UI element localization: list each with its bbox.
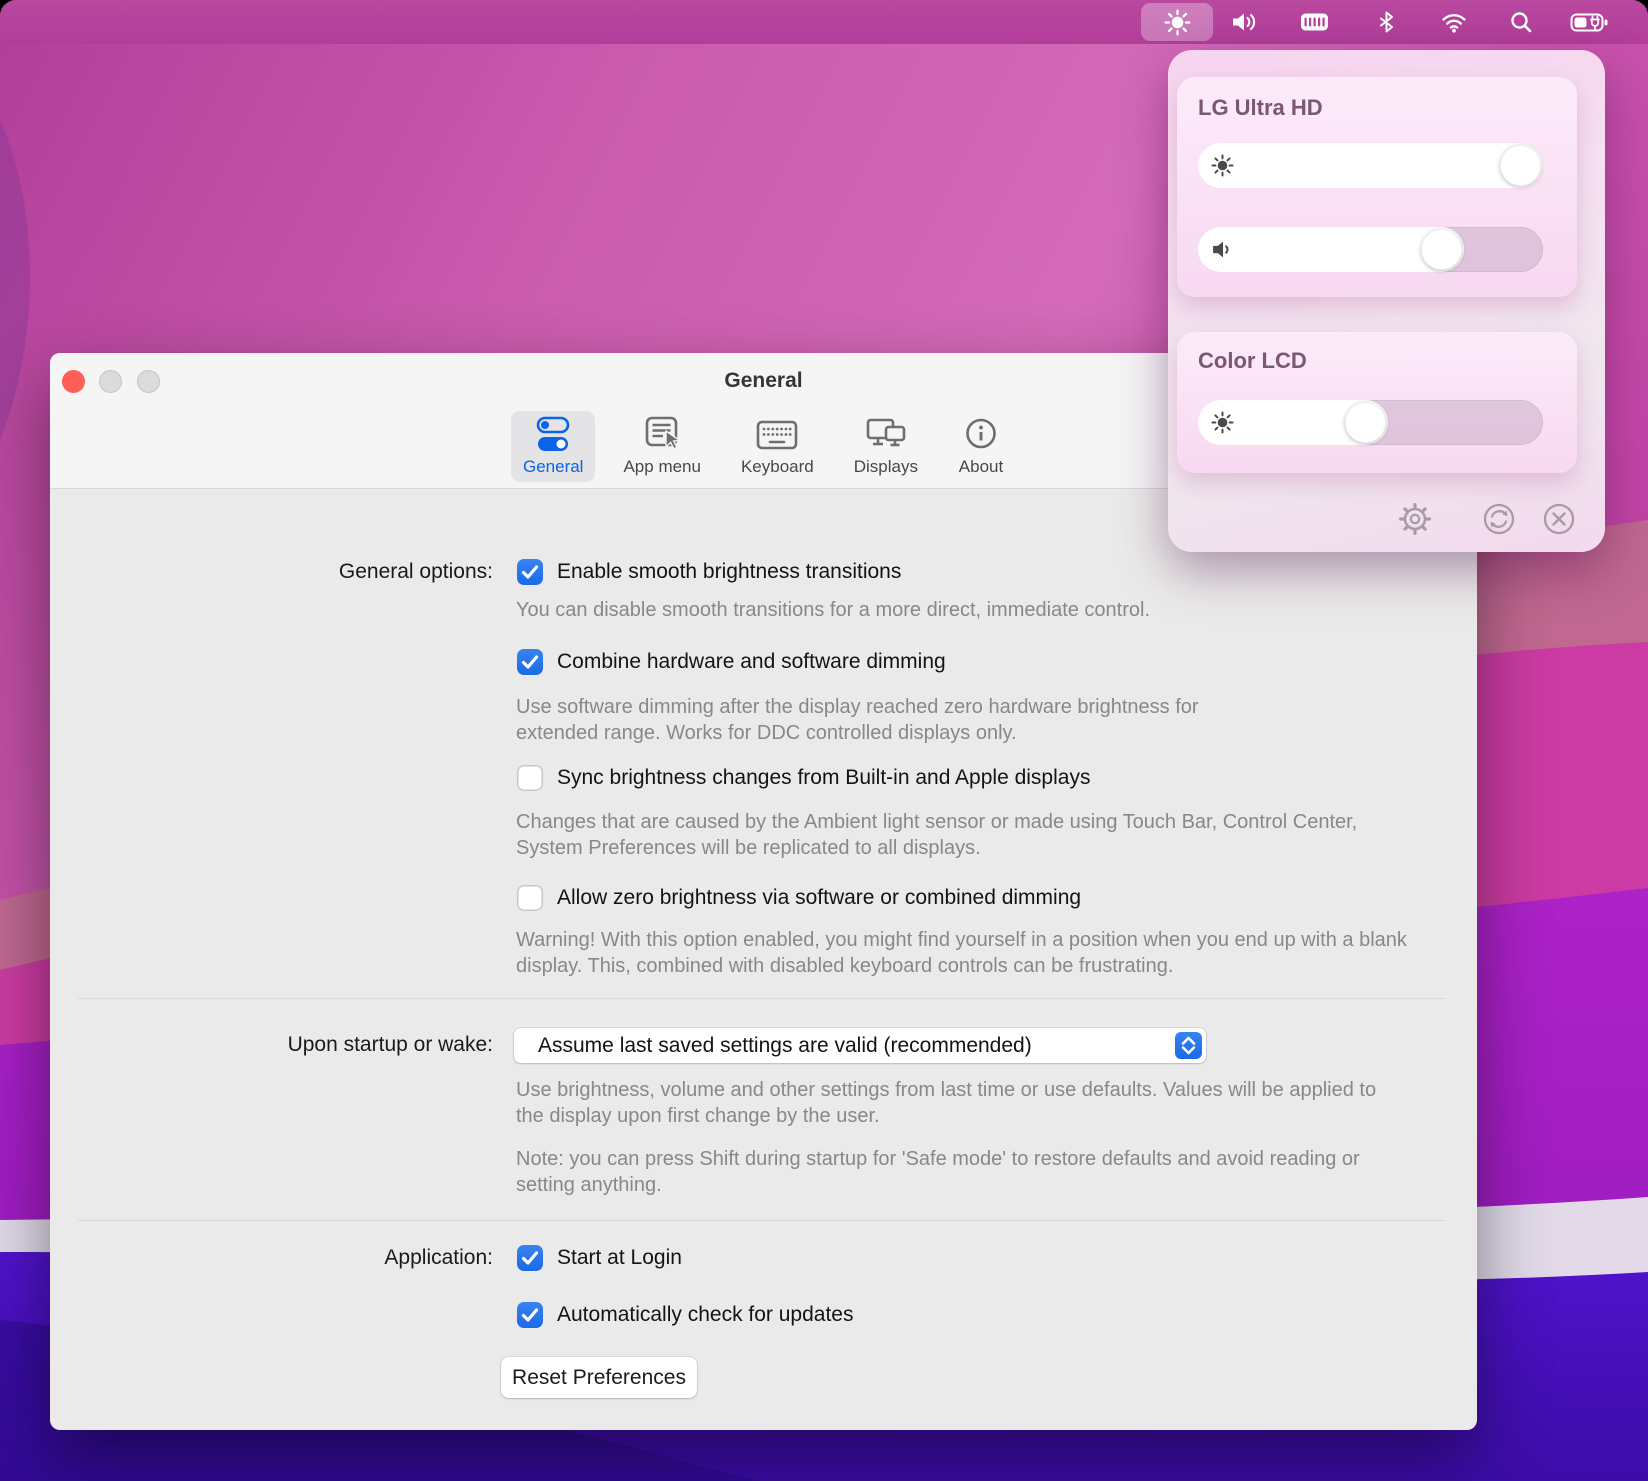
refresh-button[interactable] — [1481, 503, 1517, 539]
menubar-search-item[interactable] — [1489, 3, 1553, 41]
brightness-icon — [1164, 9, 1191, 36]
displays-icon — [863, 414, 909, 456]
brightness-icon — [1211, 411, 1234, 439]
tab-keyboard-label: Keyboard — [741, 457, 814, 477]
monitor-card-color-lcd: Color LCD — [1177, 332, 1577, 473]
brightness-popover: LG Ultra HD — [1168, 50, 1605, 552]
menubar-brightness-item[interactable] — [1141, 3, 1213, 41]
tab-app-menu-label: App menu — [623, 457, 701, 477]
checkbox-smooth-transitions[interactable] — [517, 559, 543, 585]
reset-preferences-button[interactable]: Reset Preferences — [501, 1357, 697, 1398]
bluetooth-icon — [1374, 10, 1398, 34]
dropdown-stepper-icon — [1175, 1032, 1202, 1059]
volume-icon — [1231, 10, 1259, 34]
close-circle-icon — [1541, 501, 1577, 542]
option-label: Combine hardware and software dimming — [557, 650, 946, 674]
option-row: Sync brightness changes from Built-in an… — [517, 765, 1090, 791]
startup-note: Note: you can press Shift during startup… — [516, 1146, 1364, 1198]
tab-app-menu[interactable]: App menu — [611, 411, 713, 482]
keyboard-icon — [754, 414, 800, 456]
checkbox-sync-brightness[interactable] — [517, 765, 543, 791]
application-label: Application: — [50, 1245, 493, 1271]
menubar-battery-item[interactable] — [1551, 3, 1629, 41]
option-label: Enable smooth brightness transitions — [557, 560, 901, 584]
tab-keyboard[interactable]: Keyboard — [729, 411, 826, 482]
option-label: Automatically check for updates — [557, 1303, 853, 1327]
option-row: Allow zero brightness via software or co… — [517, 885, 1081, 911]
tab-about[interactable]: About — [946, 411, 1016, 482]
option-row: Enable smooth brightness transitions — [517, 559, 901, 585]
wifi-icon — [1440, 10, 1468, 34]
general-options-label: General options: — [50, 559, 493, 585]
checkbox-start-at-login[interactable] — [517, 1245, 543, 1271]
checkbox-auto-updates[interactable] — [517, 1302, 543, 1328]
lcd-brightness-slider[interactable] — [1198, 400, 1543, 445]
option-label: Allow zero brightness via software or co… — [557, 886, 1081, 910]
option-row: Automatically check for updates — [517, 1302, 853, 1328]
menubar-bluetooth-item[interactable] — [1354, 3, 1418, 41]
brightness-icon — [1211, 154, 1234, 182]
option-description: Use software dimming after the display r… — [516, 694, 1282, 746]
keyboard-brightness-icon — [1299, 10, 1330, 34]
option-label: Start at Login — [557, 1246, 682, 1270]
monitor-name: Color LCD — [1198, 348, 1307, 374]
monitor-card-lg-ultra-hd: LG Ultra HD — [1177, 77, 1577, 297]
option-description: Changes that are caused by the Ambient l… — [516, 809, 1388, 861]
toggles-icon — [530, 414, 576, 456]
tab-displays[interactable]: Displays — [842, 411, 930, 482]
startup-dropdown[interactable]: Assume last saved settings are valid (re… — [514, 1028, 1206, 1063]
slider-knob[interactable] — [1421, 229, 1462, 270]
option-row: Start at Login — [517, 1245, 682, 1271]
separator — [78, 1220, 1446, 1221]
option-label: Sync brightness changes from Built-in an… — [557, 766, 1090, 790]
menubar-volume-item[interactable] — [1213, 3, 1277, 41]
startup-label: Upon startup or wake: — [50, 1032, 493, 1058]
startup-dropdown-value: Assume last saved settings are valid (re… — [538, 1034, 1032, 1058]
tab-general-label: General — [523, 457, 583, 477]
checkbox-combine-dimming[interactable] — [517, 649, 543, 675]
refresh-icon — [1481, 501, 1517, 542]
tab-displays-label: Displays — [854, 457, 918, 477]
settings-button[interactable] — [1397, 503, 1433, 539]
search-icon — [1509, 10, 1533, 34]
volume-icon — [1211, 238, 1234, 266]
option-description: Warning! With this option enabled, you m… — [516, 927, 1408, 979]
menu-bar — [0, 0, 1648, 44]
menubar-wifi-item[interactable] — [1422, 3, 1486, 41]
slider-knob[interactable] — [1345, 402, 1386, 443]
screen: General General — [0, 0, 1648, 1481]
menubar-keyboard-brightness-item[interactable] — [1282, 3, 1346, 41]
gear-icon — [1397, 501, 1433, 542]
close-popover-button[interactable] — [1541, 503, 1577, 539]
popover-actions — [1168, 503, 1605, 539]
separator — [78, 998, 1446, 999]
battery-charging-icon — [1570, 10, 1610, 35]
tab-about-label: About — [959, 457, 1003, 477]
option-description: You can disable smooth transitions for a… — [516, 597, 1150, 623]
startup-description: Use brightness, volume and other setting… — [516, 1077, 1386, 1129]
monitor-name: LG Ultra HD — [1198, 95, 1323, 121]
app-menu-icon — [639, 414, 685, 456]
checkbox-zero-brightness[interactable] — [517, 885, 543, 911]
lg-brightness-slider[interactable] — [1198, 143, 1543, 188]
lg-volume-slider[interactable] — [1198, 227, 1543, 272]
slider-knob[interactable] — [1500, 145, 1541, 186]
option-row: Combine hardware and software dimming — [517, 649, 946, 675]
tab-general[interactable]: General — [511, 411, 595, 482]
info-icon — [958, 414, 1004, 456]
